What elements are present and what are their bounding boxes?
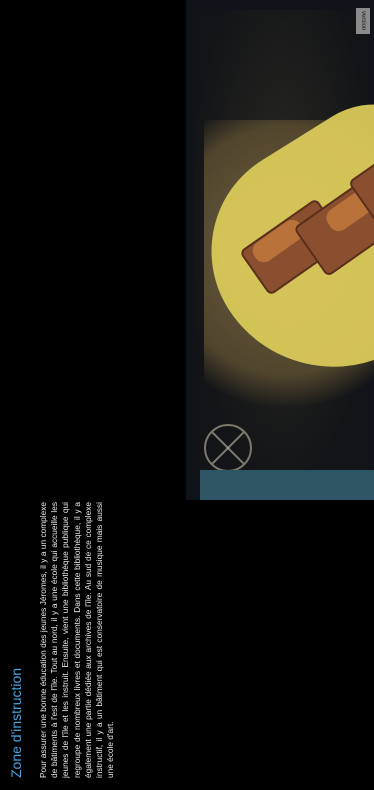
info-sidebar-rotated-content: Zone d'instruction Pour assurer une bonn… xyxy=(0,0,186,790)
sidebar-description: Pour assurer une bonne éducation des jeu… xyxy=(38,502,116,778)
bottom-panel xyxy=(186,500,374,790)
map-footer-strip xyxy=(200,470,374,500)
sidebar-title: Zone d'instruction xyxy=(8,667,24,778)
version-badge: version xyxy=(356,8,370,34)
info-sidebar: Zone d'instruction Pour assurer une bonn… xyxy=(0,0,186,790)
compass-rose-icon xyxy=(204,424,252,472)
